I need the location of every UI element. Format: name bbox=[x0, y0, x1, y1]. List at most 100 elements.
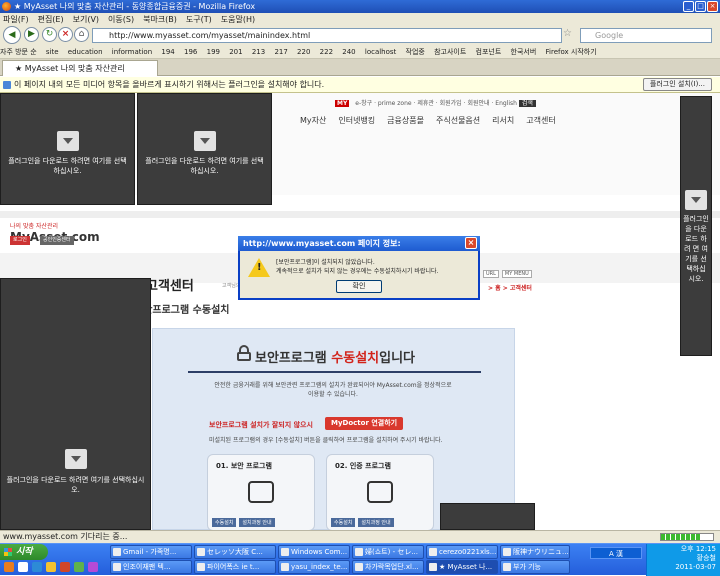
url-bar[interactable]: http://www.myasset.com/myasset/mainindex… bbox=[92, 28, 562, 43]
cert-center-button[interactable]: 공인인증센터 bbox=[40, 236, 74, 245]
bookmark-item[interactable]: 196 bbox=[184, 48, 197, 56]
page-title: 고객센터 bbox=[136, 275, 194, 294]
taskbar-item-active[interactable]: ★ MyAsset 나... bbox=[426, 560, 498, 574]
close-window-button[interactable]: × bbox=[707, 1, 718, 12]
login-button[interactable]: 로그인 bbox=[10, 236, 30, 245]
topnav-search-button[interactable]: 검색 bbox=[518, 100, 536, 107]
missing-plugin-area[interactable]: 플러그인을 다운로드 하려면 여기를 선택 하십시오. bbox=[137, 93, 272, 205]
missing-plugin-area[interactable]: 플러그인을 다운로드 하려면 여기를 선택 하십시오. bbox=[0, 93, 135, 205]
bookmark-item[interactable]: site bbox=[46, 48, 59, 56]
dialog-ok-button[interactable]: 확인 bbox=[336, 280, 382, 293]
menu-tools[interactable]: 도구(T) bbox=[186, 13, 212, 26]
bookmark-item[interactable]: 199 bbox=[207, 48, 220, 56]
menu-file[interactable]: 파일(F) bbox=[3, 13, 29, 26]
taskbar-item[interactable]: 차가락목업단.xl... bbox=[352, 560, 424, 574]
ime-indicator[interactable]: A 漢 bbox=[590, 547, 642, 559]
taskbar-item[interactable]: 부가 기능 bbox=[500, 560, 570, 574]
taskbar-item[interactable]: 婦(쇼트) - セレ... bbox=[352, 545, 424, 559]
menu-view[interactable]: 보기(V) bbox=[73, 13, 99, 26]
home-button[interactable]: ⌂ bbox=[74, 27, 89, 42]
install-plugin-button[interactable]: 플러그인 설치(I)... bbox=[642, 78, 712, 91]
bookmark-item[interactable]: 참고사이트 bbox=[434, 48, 466, 56]
topnav-link[interactable]: 제휴관 bbox=[417, 100, 434, 107]
bookmark-item[interactable]: 컴포넌트 bbox=[476, 48, 502, 56]
bookmark-item[interactable]: 자주 방문 순 bbox=[0, 48, 37, 56]
topnav-link[interactable]: prime zone bbox=[378, 100, 412, 107]
quicklaunch-icon[interactable] bbox=[46, 562, 56, 572]
taskbar-item[interactable]: 파이어폭스 ie t... bbox=[194, 560, 276, 574]
window-title-bar: ★ MyAsset 나의 맞춤 자산관리 - 동양종합금융증권 - Mozill… bbox=[0, 0, 720, 13]
card-title: 01. 보안 프로그램 bbox=[216, 462, 272, 470]
plugin-download-icon bbox=[685, 190, 707, 210]
minimize-button[interactable]: _ bbox=[683, 1, 694, 12]
start-button[interactable]: 시작 bbox=[0, 544, 48, 560]
bookmark-item[interactable]: 220 bbox=[297, 48, 310, 56]
missing-plugin-area[interactable]: 플러그인 을 다운 로드 하려 면 여 기를 선 택하십 시오. bbox=[680, 96, 712, 356]
install-guide-button[interactable]: 설치과정 안내 bbox=[239, 518, 275, 527]
bookmark-item[interactable]: 201 bbox=[229, 48, 242, 56]
nav-myasset[interactable]: My자산 bbox=[300, 115, 326, 126]
top-utility-nav: MY e-창구 · prime zone · 제휴관 · 회원가입 · 회원안내… bbox=[335, 98, 536, 107]
bookmark-item[interactable]: information bbox=[112, 48, 152, 56]
quicklaunch-icon[interactable] bbox=[88, 562, 98, 572]
maximize-button[interactable]: □ bbox=[695, 1, 706, 12]
manual-install-button[interactable]: 수동설치 bbox=[212, 518, 237, 527]
bookmark-item[interactable]: 213 bbox=[252, 48, 265, 56]
bookmark-item[interactable]: 222 bbox=[320, 48, 333, 56]
bookmark-item[interactable]: 작업중 bbox=[406, 48, 425, 56]
nav-products[interactable]: 금융상품몰 bbox=[387, 115, 424, 126]
panel-warning: 보안프로그램 설치가 잘되지 않으시 bbox=[209, 421, 313, 429]
menu-bookmarks[interactable]: 북마크(B) bbox=[143, 13, 177, 26]
my-menu-link[interactable]: MY MENU bbox=[501, 270, 532, 278]
bookmark-item[interactable]: education bbox=[68, 48, 103, 56]
bookmark-item[interactable]: 한국서버 bbox=[511, 48, 537, 56]
missing-plugin-area[interactable] bbox=[440, 503, 535, 530]
bookmark-item[interactable]: Firefox 시작하기 bbox=[546, 48, 597, 56]
taskbar-item[interactable]: 阪神ナウリニュ... bbox=[500, 545, 570, 559]
menu-edit[interactable]: 편집(E) bbox=[38, 13, 64, 26]
tab-myasset[interactable]: ★ MyAsset 나의 맞춤 자산관리 bbox=[2, 60, 158, 76]
topnav-link[interactable]: 회원안내 bbox=[467, 100, 489, 107]
taskbar-item[interactable]: 인조이재팬 텍... bbox=[110, 560, 192, 574]
topnav-link[interactable]: e-창구 bbox=[355, 100, 372, 107]
panel-divider bbox=[188, 371, 481, 373]
mydoctor-button[interactable]: MyDoctor 연결하기 bbox=[325, 417, 404, 430]
search-input[interactable]: Google bbox=[580, 28, 712, 43]
taskbar-item[interactable]: Windows Com... bbox=[278, 545, 350, 559]
quicklaunch-icon[interactable] bbox=[18, 562, 28, 572]
nav-internet-banking[interactable]: 인터넷뱅킹 bbox=[338, 115, 375, 126]
back-button[interactable]: ◀ bbox=[3, 26, 21, 44]
taskbar-item[interactable]: Gmail - 가족명... bbox=[110, 545, 192, 559]
quicklaunch-icon[interactable] bbox=[60, 562, 70, 572]
bookmark-item[interactable]: 194 bbox=[161, 48, 174, 56]
taskbar-item[interactable]: セレッソ大阪 C... bbox=[194, 545, 276, 559]
quicklaunch-icon[interactable] bbox=[74, 562, 84, 572]
topnav-link[interactable]: English bbox=[495, 100, 517, 107]
quicklaunch-icon[interactable] bbox=[4, 562, 14, 572]
menu-help[interactable]: 도움말(H) bbox=[221, 13, 255, 26]
manual-install-button[interactable]: 수동설치 bbox=[331, 518, 356, 527]
missing-plugin-area[interactable]: 플러그인을 다운로드 하려면 여기를 선택하십시오. bbox=[0, 278, 151, 530]
bookmark-item[interactable]: 217 bbox=[274, 48, 287, 56]
dialog-close-button[interactable]: × bbox=[465, 237, 477, 249]
taskbar-item[interactable]: yasu_index_te... bbox=[278, 560, 350, 574]
key-icon bbox=[248, 481, 274, 503]
install-guide-button[interactable]: 설치과정 안내 bbox=[358, 518, 394, 527]
nav-stocks-futures[interactable]: 주식선물옵션 bbox=[436, 115, 480, 126]
nav-research[interactable]: 리서치 bbox=[492, 115, 514, 126]
taskbar-item[interactable]: cerezo0221xls... bbox=[426, 545, 498, 559]
menu-go[interactable]: 이동(S) bbox=[108, 13, 134, 26]
reload-button[interactable]: ↻ bbox=[42, 27, 57, 42]
navigation-toolbar: ◀ ▶ ↻ × ⌂ http://www.myasset.com/myasset… bbox=[0, 26, 720, 45]
url-link[interactable]: URL bbox=[483, 270, 499, 278]
quicklaunch-icon[interactable] bbox=[32, 562, 42, 572]
tab-bar: ★ MyAsset 나의 맞춤 자산관리 bbox=[0, 59, 720, 76]
bookmark-star-icon[interactable]: ☆ bbox=[563, 28, 572, 39]
bookmark-item[interactable]: 240 bbox=[342, 48, 355, 56]
forward-button[interactable]: ▶ bbox=[24, 27, 39, 42]
topnav-my[interactable]: MY bbox=[335, 100, 350, 107]
nav-customer-center[interactable]: 고객센터 bbox=[526, 115, 555, 126]
stop-button[interactable]: × bbox=[58, 27, 73, 42]
topnav-link[interactable]: 회원가입 bbox=[440, 100, 462, 107]
bookmark-item[interactable]: localhost bbox=[365, 48, 396, 56]
